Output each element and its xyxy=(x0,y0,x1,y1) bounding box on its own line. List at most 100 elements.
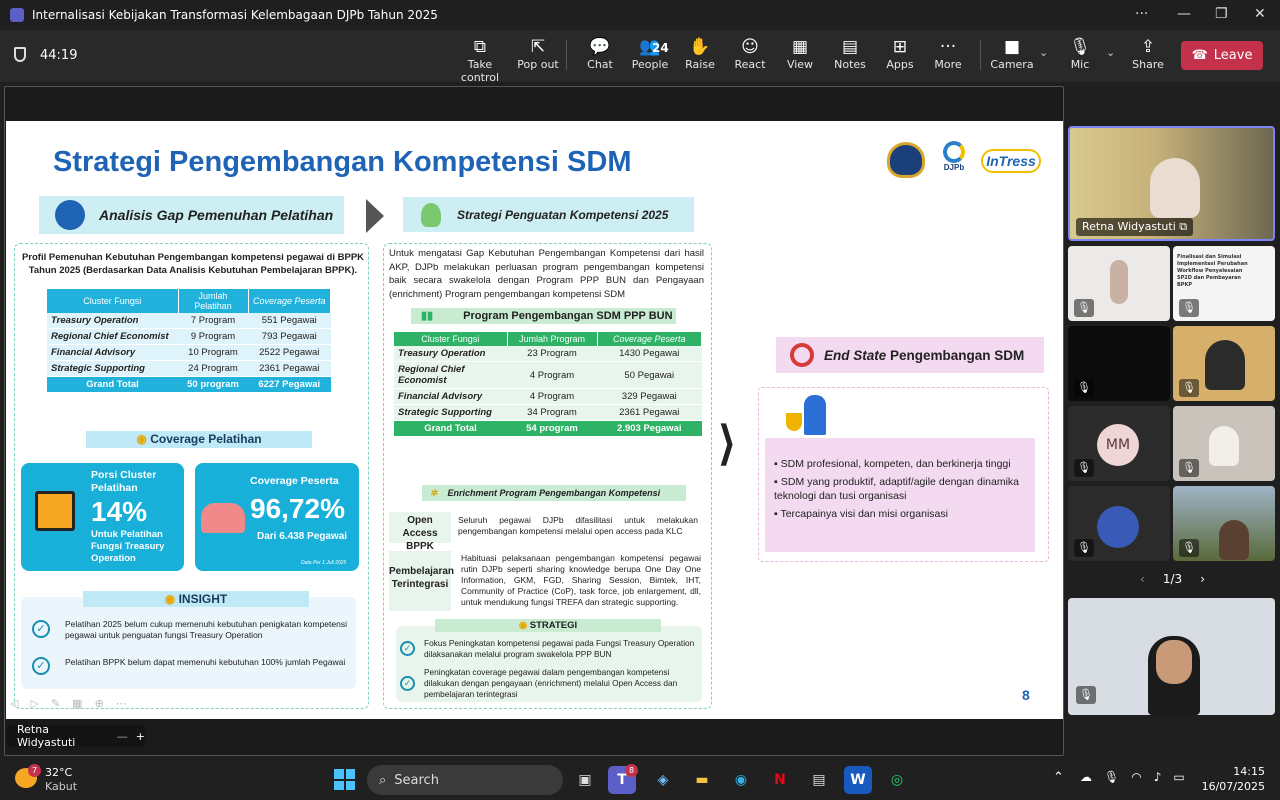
take-control-icon: ⧉ xyxy=(473,37,487,57)
table-total-row: Grand Total 50 program 6227 Pegawai xyxy=(47,376,331,393)
weather-temp: 32°C xyxy=(45,766,73,779)
mic-off-icon: 🎙 xyxy=(1074,539,1094,557)
clock-time[interactable]: 14:15 xyxy=(1210,765,1265,778)
teams-logo-icon xyxy=(10,8,24,22)
whatsapp-icon[interactable]: ◎ xyxy=(883,766,911,794)
end-state-item: ▪ Tercapainya visi dan misi organisasi xyxy=(774,507,948,520)
participant-tile[interactable]: 🎙 xyxy=(1173,406,1275,481)
camera-button[interactable]: ■ Camera xyxy=(984,36,1040,71)
leave-button[interactable]: ☎ Leave xyxy=(1181,41,1263,70)
people-button[interactable]: 👥 People xyxy=(622,36,678,71)
search-box[interactable]: ⌕ Search xyxy=(367,765,563,795)
leave-label: Leave xyxy=(1213,48,1253,63)
more-icon[interactable]: ⋯ xyxy=(116,697,127,713)
store-icon[interactable]: ▤ xyxy=(805,766,833,794)
participant-tile[interactable]: 🎙 xyxy=(1173,326,1275,401)
left-table: Cluster Fungsi Jumlah Pelatihan Coverage P… xyxy=(47,289,331,393)
pop-out-button[interactable]: ⇱ Pop out xyxy=(510,36,566,71)
camera-options-chevron-icon[interactable]: ⌄ xyxy=(1039,46,1048,59)
battery-icon[interactable]: ▭ xyxy=(1173,770,1184,784)
mic-button[interactable]: 🎙 Mic xyxy=(1052,36,1108,71)
netflix-icon[interactable]: N xyxy=(766,766,794,794)
take-control-button[interactable]: ⧉ Take control xyxy=(452,36,508,84)
file-explorer-icon[interactable]: ▬ xyxy=(688,766,716,794)
view-button[interactable]: ▦ View xyxy=(772,36,828,71)
people-count: 24 xyxy=(652,41,669,55)
table-row: Financial Advisory 4 Program 329 Pegawai xyxy=(394,388,702,405)
react-icon: ☺ xyxy=(741,37,759,57)
mic-off-icon: 🎙 xyxy=(1179,539,1199,557)
coverage-header: ◉ Coverage Pelatihan xyxy=(86,431,312,448)
presenter-label[interactable]: Retna Widyastuti — + xyxy=(7,723,145,749)
minus-icon[interactable]: — xyxy=(117,730,128,743)
next-page-icon[interactable]: › xyxy=(1200,572,1205,586)
grid-icon[interactable]: ▦ xyxy=(72,697,82,713)
word-icon[interactable]: W xyxy=(844,766,872,794)
chat-button[interactable]: 💬 Chat xyxy=(572,36,628,71)
task-view-icon[interactable]: ▣ xyxy=(571,766,599,794)
strategi-header: ◉ STRATEGI xyxy=(435,619,661,632)
mic-off-icon: 🎙 xyxy=(1074,459,1094,477)
mic-off-icon: 🎙 xyxy=(1074,379,1094,397)
insight-item: Pelatihan 2025 belum cukup memenuhi kebu… xyxy=(65,619,347,640)
check-icon: ✓ xyxy=(32,657,50,675)
cloud-icon[interactable]: ☁ xyxy=(1080,770,1092,784)
participant-tile[interactable]: 🎙 xyxy=(1068,486,1170,561)
lightbulb-icon xyxy=(421,202,441,227)
next-slide-icon[interactable]: ▷ xyxy=(30,697,38,713)
pen-icon[interactable]: ✎ xyxy=(51,697,60,713)
chat-label: Chat xyxy=(587,58,613,71)
volume-icon[interactable]: ♪ xyxy=(1154,770,1162,784)
add-icon[interactable]: + xyxy=(136,730,145,743)
strategi-item: Fokus Peningkatan kompetensi pegawai pad… xyxy=(424,638,695,659)
end-state-item: ▪ SDM profesional, kompeten, dan berkine… xyxy=(774,458,1011,470)
mic-off-icon: 🎙 xyxy=(1179,299,1199,317)
view-label: View xyxy=(786,58,814,71)
page-indicator: 1/3 xyxy=(1162,572,1183,586)
windows-start-icon[interactable] xyxy=(334,769,355,790)
maximize-button[interactable]: ❐ xyxy=(1215,6,1228,22)
prev-page-icon[interactable]: ‹ xyxy=(1140,572,1145,586)
insight-header: ◉ INSIGHT xyxy=(83,591,309,607)
middle-intro: Untuk mengatasi Gap Kebutuhan Pengembang… xyxy=(389,248,704,300)
react-button[interactable]: ☺ React xyxy=(722,36,778,71)
edge-icon[interactable]: ◉ xyxy=(727,766,755,794)
slide-title: Strategi Pengembangan Kompetensi SDM xyxy=(53,146,632,178)
mic-muted-icon[interactable]: 🎙 xyxy=(1104,770,1119,784)
clock-date[interactable]: 16/07/2025 xyxy=(1198,780,1265,793)
prev-slide-icon[interactable]: ◁ xyxy=(10,697,18,713)
people-group-icon xyxy=(201,503,245,533)
minimize-button[interactable]: — xyxy=(1177,6,1191,22)
participant-tile[interactable]: 🎙 xyxy=(1068,326,1170,401)
copilot-icon[interactable]: ◈ xyxy=(649,766,677,794)
achievement-icon xyxy=(786,393,830,437)
mic-icon: 🎙 xyxy=(1069,37,1091,57)
title-bar: Internalisasi Kebijakan Transformasi Kel… xyxy=(0,0,1280,30)
participant-tile[interactable]: 🎙 xyxy=(1068,246,1170,321)
participant-tile[interactable]: 🎙 xyxy=(1173,486,1275,561)
weather-desc: Kabut xyxy=(45,780,78,793)
zoom-icon[interactable]: ⊕ xyxy=(95,697,104,713)
more-options-icon[interactable]: ··· xyxy=(1135,6,1148,22)
participant-tile[interactable]: Finalisasi dan Simulasi Implementasi Per… xyxy=(1173,246,1275,321)
take-control-label: Take control xyxy=(460,58,500,84)
left-header: Analisis Gap Pemenuhan Pelatihan xyxy=(39,196,344,234)
raise-hand-button[interactable]: ✋ Raise xyxy=(672,36,728,71)
ppp-header: ▮▮ Program Pengembangan SDM PPP BUN xyxy=(411,308,676,324)
wifi-icon[interactable]: ◠ xyxy=(1131,770,1141,784)
view-icon: ▦ xyxy=(791,37,809,57)
tray-chevron-icon[interactable]: ⌃ xyxy=(1053,770,1064,785)
phone-hangup-icon: ☎ xyxy=(1191,48,1208,63)
more-button[interactable]: ··· More xyxy=(920,36,976,71)
coverage-peserta-card: Coverage Peserta 96,72% Dari 6.438 Pegaw… xyxy=(195,463,359,571)
share-icon: ⇪ xyxy=(1140,37,1156,57)
target-icon xyxy=(790,343,814,367)
notes-button[interactable]: ▤ Notes xyxy=(822,36,878,71)
participant-tile[interactable]: MM 🎙 xyxy=(1068,406,1170,481)
self-view-tile[interactable]: 🎙 xyxy=(1068,598,1275,715)
slide-controls[interactable]: ◁ ▷ ✎ ▦ ⊕ ⋯ xyxy=(10,697,180,713)
speaker-tile[interactable]: Retna Widyastuti ⧉ xyxy=(1068,126,1275,241)
share-button[interactable]: ⇪ Share xyxy=(1120,36,1176,71)
mic-options-chevron-icon[interactable]: ⌄ xyxy=(1106,46,1115,59)
close-button[interactable]: ✕ xyxy=(1254,6,1266,22)
